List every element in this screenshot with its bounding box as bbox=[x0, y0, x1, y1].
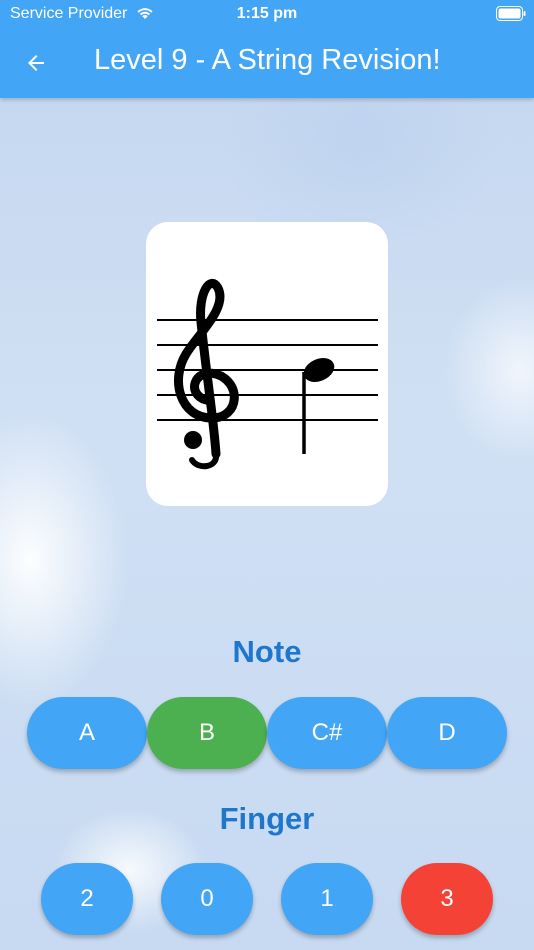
clock: 1:15 pm bbox=[236, 5, 298, 22]
finger-option-1[interactable]: 1 bbox=[281, 863, 373, 935]
finger-section-label: Finger bbox=[219, 801, 315, 836]
note-option-c-sharp[interactable]: C# bbox=[267, 697, 387, 769]
app-bar: Service Provider 1:15 pm Level 9 - A Str… bbox=[0, 0, 534, 98]
status-bar: Service Provider 1:15 pm bbox=[0, 0, 534, 28]
page-title: Level 9 - A String Revision! bbox=[94, 44, 441, 76]
staff-image bbox=[157, 278, 378, 470]
note-option-d[interactable]: D bbox=[387, 697, 507, 769]
note-option-b[interactable]: B bbox=[147, 697, 267, 769]
finger-option-3[interactable]: 3 bbox=[401, 863, 493, 935]
finger-option-2[interactable]: 2 bbox=[41, 863, 133, 935]
back-button[interactable] bbox=[18, 45, 54, 81]
note-section-label: Note bbox=[232, 634, 302, 669]
battery-icon bbox=[496, 6, 526, 21]
note-card bbox=[146, 222, 388, 506]
note-option-a[interactable]: A bbox=[27, 697, 147, 769]
finger-option-0[interactable]: 0 bbox=[161, 863, 253, 935]
arrow-back-icon bbox=[28, 55, 44, 71]
